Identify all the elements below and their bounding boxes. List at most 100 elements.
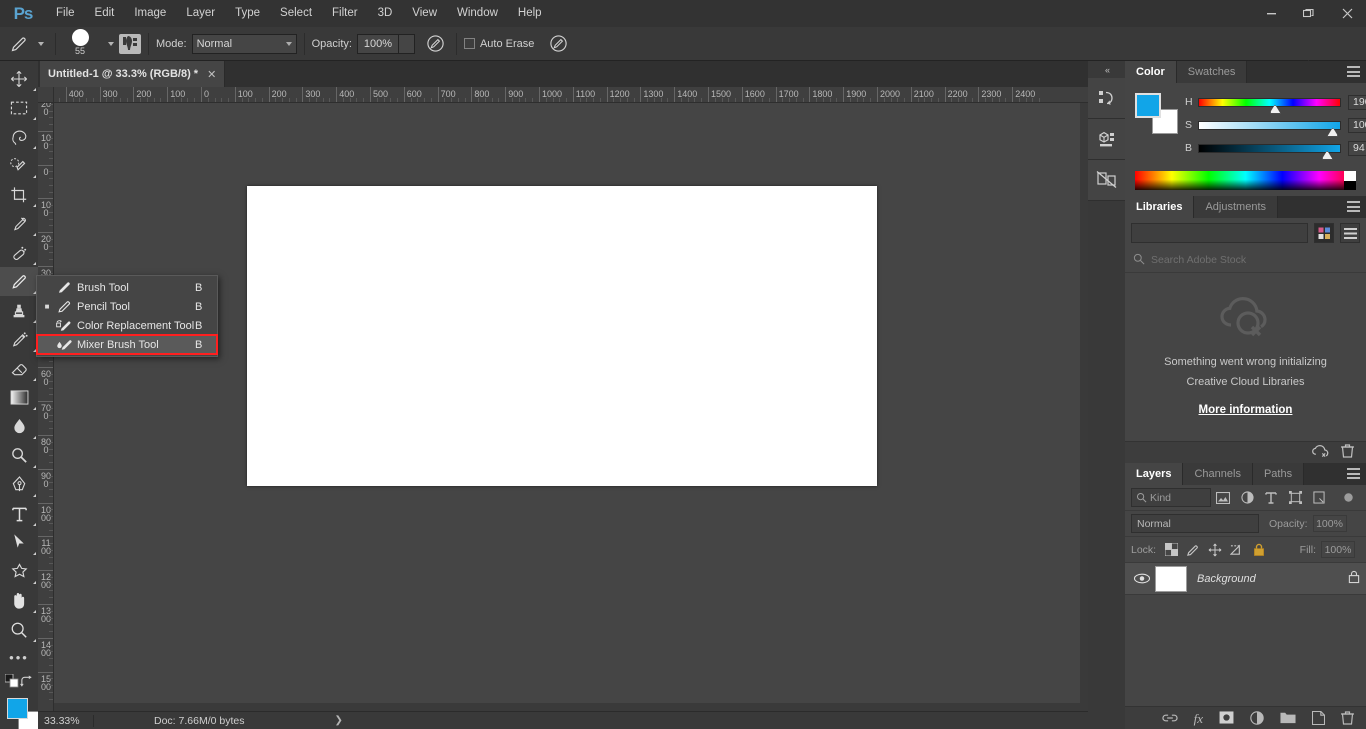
brightness-value[interactable]: 94 xyxy=(1348,140,1366,156)
sync-error-icon[interactable] xyxy=(1312,444,1329,461)
tool-move[interactable] xyxy=(0,64,38,93)
tool-rectangular-marquee[interactable] xyxy=(0,93,38,122)
brightness-slider[interactable] xyxy=(1198,143,1341,160)
hue-value[interactable]: 196 xyxy=(1348,94,1366,110)
brush-preset-picker[interactable]: 55 xyxy=(63,28,97,60)
menu-edit[interactable]: Edit xyxy=(85,0,125,27)
horizontal-ruler[interactable]: 5004003002001000100200300400500600700800… xyxy=(54,87,1088,103)
close-button[interactable] xyxy=(1328,0,1366,27)
color-spectrum-bar[interactable] xyxy=(1135,171,1356,190)
foreground-color-swatch[interactable] xyxy=(1135,93,1161,118)
pressure-opacity-icon[interactable] xyxy=(423,31,449,57)
tool-pen[interactable] xyxy=(0,470,38,499)
shape-filter-icon[interactable] xyxy=(1283,487,1307,509)
adjustment-layer-icon[interactable] xyxy=(1250,710,1264,728)
tool-history-brush[interactable] xyxy=(0,325,38,354)
menu-3d[interactable]: 3D xyxy=(368,0,403,27)
menu-window[interactable]: Window xyxy=(447,0,508,27)
airbrush-icon[interactable] xyxy=(545,31,571,57)
vertical-ruler[interactable]: 2001000100200300400500600700800900100011… xyxy=(38,103,54,711)
hue-slider-thumb[interactable] xyxy=(1269,104,1281,114)
tool-horizontal-type[interactable] xyxy=(0,499,38,528)
menu-type[interactable]: Type xyxy=(225,0,270,27)
brush-preset-caret[interactable] xyxy=(97,41,119,46)
tool-zoom[interactable] xyxy=(0,615,38,644)
zoom-level[interactable]: 33.33% xyxy=(38,715,93,727)
tab-color[interactable]: Color xyxy=(1125,61,1177,83)
menu-image[interactable]: Image xyxy=(124,0,176,27)
tab-libraries[interactable]: Libraries xyxy=(1125,196,1195,218)
layer-thumbnail[interactable] xyxy=(1155,565,1187,592)
tool-blur[interactable] xyxy=(0,412,38,441)
link-layers-icon[interactable] xyxy=(1162,713,1178,726)
lock-image-icon[interactable] xyxy=(1182,539,1204,561)
lock-all-icon[interactable] xyxy=(1248,539,1270,561)
collapse-panels-icon[interactable]: « xyxy=(1088,61,1125,78)
layer-filter-kind[interactable]: Kind xyxy=(1131,488,1211,507)
tool-lasso[interactable] xyxy=(0,122,38,151)
blend-mode-dropdown[interactable]: Normal xyxy=(191,33,297,54)
tool-edit-toolbar[interactable]: ••• xyxy=(0,644,38,670)
brightness-slider-thumb[interactable] xyxy=(1321,150,1333,160)
type-filter-icon[interactable] xyxy=(1259,487,1283,509)
brush-tool-flyout-menu[interactable]: Brush Tool B ■ Pencil Tool B Color Repla… xyxy=(36,275,218,357)
tool-quick-selection[interactable] xyxy=(0,151,38,180)
fx-icon[interactable]: fx xyxy=(1194,711,1203,727)
tab-paths[interactable]: Paths xyxy=(1252,463,1305,485)
tool-gradient[interactable] xyxy=(0,383,38,412)
auto-erase-checkbox[interactable] xyxy=(463,38,475,49)
saturation-slider[interactable] xyxy=(1198,120,1341,137)
tool-eraser[interactable] xyxy=(0,354,38,383)
restore-button[interactable] xyxy=(1290,0,1328,27)
lock-transparent-icon[interactable] xyxy=(1160,539,1182,561)
hue-slider[interactable] xyxy=(1198,97,1341,114)
tool-path-selection[interactable] xyxy=(0,528,38,557)
minimize-button[interactable] xyxy=(1252,0,1290,27)
menu-filter[interactable]: Filter xyxy=(322,0,368,27)
default-colors-icon[interactable] xyxy=(5,674,19,688)
ruler-corner[interactable] xyxy=(38,87,54,103)
list-view-icon[interactable] xyxy=(1340,223,1360,243)
layer-visibility-icon[interactable] xyxy=(1131,573,1153,584)
grid-view-icon[interactable] xyxy=(1314,223,1334,243)
new-group-icon[interactable] xyxy=(1280,711,1296,727)
layer-blend-mode[interactable]: Normal xyxy=(1131,514,1259,533)
tool-hand[interactable] xyxy=(0,586,38,615)
tool-clone-stamp[interactable] xyxy=(0,296,38,325)
layer-mask-icon[interactable] xyxy=(1219,711,1234,727)
tool-brush[interactable] xyxy=(0,267,38,296)
document-canvas[interactable] xyxy=(247,186,877,486)
menu-layer[interactable]: Layer xyxy=(176,0,225,27)
horizontal-scrollbar[interactable] xyxy=(54,703,1088,711)
tool-eyedropper[interactable] xyxy=(0,209,38,238)
panel-menu-icon[interactable] xyxy=(1347,66,1360,77)
lock-artboard-icon[interactable] xyxy=(1226,539,1248,561)
document-tab[interactable]: Untitled-1 @ 33.3% (RGB/8) * ✕ xyxy=(40,61,226,87)
layer-row-background[interactable]: Background xyxy=(1125,563,1366,595)
library-select[interactable] xyxy=(1131,223,1308,243)
smart-object-filter-icon[interactable] xyxy=(1307,487,1331,509)
foreground-color-swatch[interactable] xyxy=(7,698,28,719)
close-icon[interactable]: ✕ xyxy=(207,68,216,81)
flyout-item-pencil-tool[interactable]: ■ Pencil Tool B xyxy=(37,297,217,316)
tab-swatches[interactable]: Swatches xyxy=(1176,61,1248,83)
menu-help[interactable]: Help xyxy=(508,0,552,27)
delete-layer-icon[interactable] xyxy=(1341,710,1354,728)
flyout-item-brush-tool[interactable]: Brush Tool B xyxy=(37,278,217,297)
vertical-scrollbar[interactable] xyxy=(1080,103,1088,711)
saturation-slider-thumb[interactable] xyxy=(1327,127,1339,137)
more-information-link[interactable]: More information xyxy=(1199,404,1293,416)
layer-opacity-value[interactable]: 100% xyxy=(1312,515,1347,532)
menu-file[interactable]: File xyxy=(46,0,85,27)
adobe-stock-search[interactable]: Search Adobe Stock xyxy=(1125,248,1366,273)
tab-channels[interactable]: Channels xyxy=(1183,463,1253,485)
menu-view[interactable]: View xyxy=(402,0,447,27)
layer-lock-badge-icon[interactable] xyxy=(1348,570,1360,587)
panel-menu-icon[interactable] xyxy=(1347,201,1360,212)
brush-panel-icon[interactable] xyxy=(119,33,141,54)
tab-adjustments[interactable]: Adjustments xyxy=(1194,196,1278,218)
properties-panel-icon[interactable] xyxy=(1088,160,1125,201)
new-layer-icon[interactable] xyxy=(1311,710,1326,728)
trash-icon[interactable] xyxy=(1341,444,1354,461)
layer-fill-value[interactable]: 100% xyxy=(1321,541,1355,558)
